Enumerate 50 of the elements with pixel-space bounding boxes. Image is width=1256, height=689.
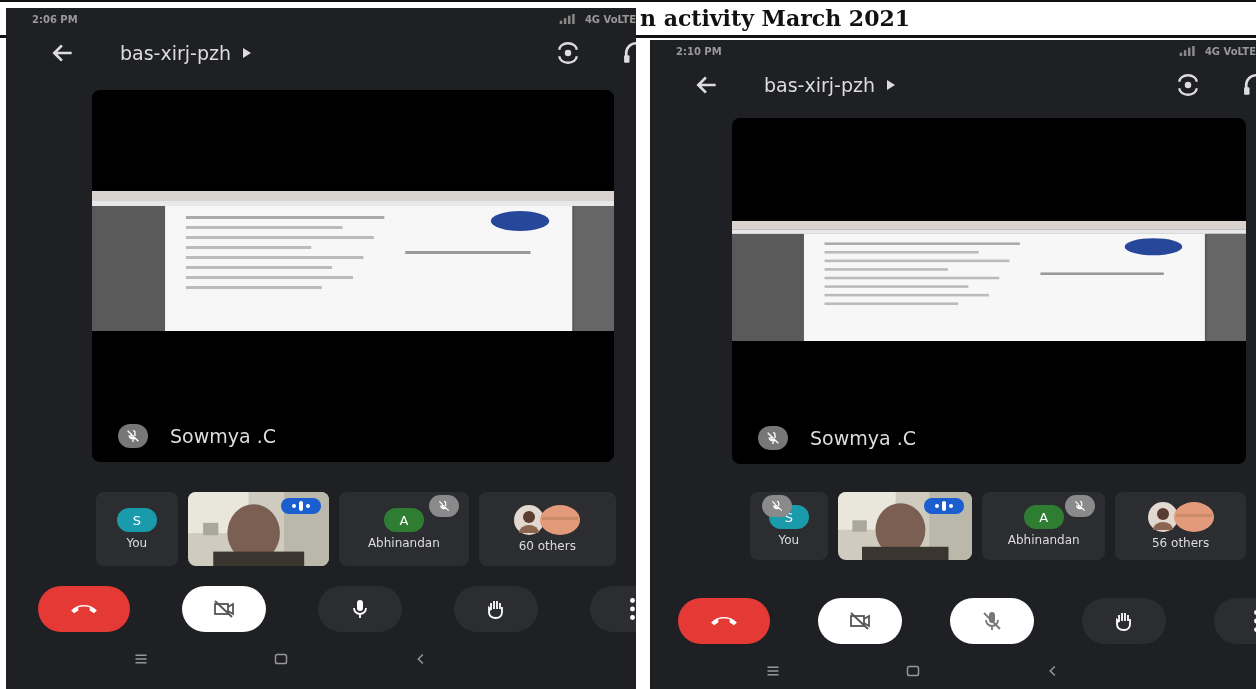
network-label: 4G VoLTE — [1204, 45, 1256, 57]
camera-button[interactable] — [182, 586, 266, 632]
camera-off-icon — [848, 609, 872, 633]
meeting-code[interactable]: bas-xirj-pzh — [120, 42, 231, 64]
switch-camera-icon[interactable] — [1175, 72, 1201, 98]
participant-name: Abhinandan — [1007, 533, 1080, 547]
participant-count: 56 others — [1152, 536, 1210, 550]
more-vert-icon — [629, 598, 635, 620]
avatar-icon — [1147, 502, 1178, 532]
participant-name: Abhinandan — [367, 536, 440, 550]
status-time: 2:10 PM — [676, 45, 722, 57]
headphones-icon[interactable] — [623, 40, 636, 66]
raise-hand-button[interactable] — [454, 586, 538, 632]
participant-name: You — [778, 533, 800, 547]
network-label: 4G VoLTE — [584, 13, 636, 25]
raise-hand-button[interactable] — [1082, 598, 1166, 644]
microphone-button[interactable] — [318, 586, 402, 632]
avatar-icon — [1173, 502, 1214, 532]
avatar-icon — [540, 505, 581, 535]
headphones-icon[interactable] — [1243, 72, 1256, 98]
avatar-initial: A — [383, 508, 424, 532]
camera-off-icon — [212, 597, 236, 621]
mic-off-icon — [118, 424, 148, 448]
avatar-initial: S — [116, 508, 157, 532]
participant-tile[interactable]: A Abhinandan — [339, 492, 469, 566]
participant-tile[interactable]: 56 others — [1115, 492, 1246, 560]
status-time: 2:06 PM — [32, 13, 78, 25]
meeting-code[interactable]: bas-xirj-pzh — [764, 74, 875, 96]
camera-button[interactable] — [818, 598, 902, 644]
participant-tile[interactable]: 60 others — [478, 492, 616, 566]
end-call-button[interactable] — [678, 598, 770, 644]
mic-off-icon — [758, 426, 788, 450]
participant-name: You — [126, 536, 148, 550]
end-call-button[interactable] — [38, 586, 130, 632]
page-heading: n activity March 2021 — [640, 4, 911, 33]
avatar-icon — [514, 505, 545, 535]
presenter-name: Sowmya .C — [810, 427, 916, 449]
microphone-button[interactable] — [950, 598, 1034, 644]
participant-tile[interactable]: S You — [96, 492, 178, 566]
phone-handset-icon — [711, 616, 737, 626]
speaking-indicator-icon — [281, 498, 322, 514]
participant-tile[interactable]: A Abhinandan — [982, 492, 1106, 560]
participant-count: 60 others — [518, 539, 576, 553]
avatar-initial: A — [1023, 505, 1064, 529]
play-triangle-icon[interactable] — [887, 80, 895, 90]
presenter-name: Sowmya .C — [170, 425, 276, 447]
speaking-indicator-icon — [924, 498, 965, 514]
play-triangle-icon[interactable] — [243, 48, 251, 58]
phone-handset-icon — [71, 604, 97, 614]
switch-camera-icon[interactable] — [555, 40, 581, 66]
